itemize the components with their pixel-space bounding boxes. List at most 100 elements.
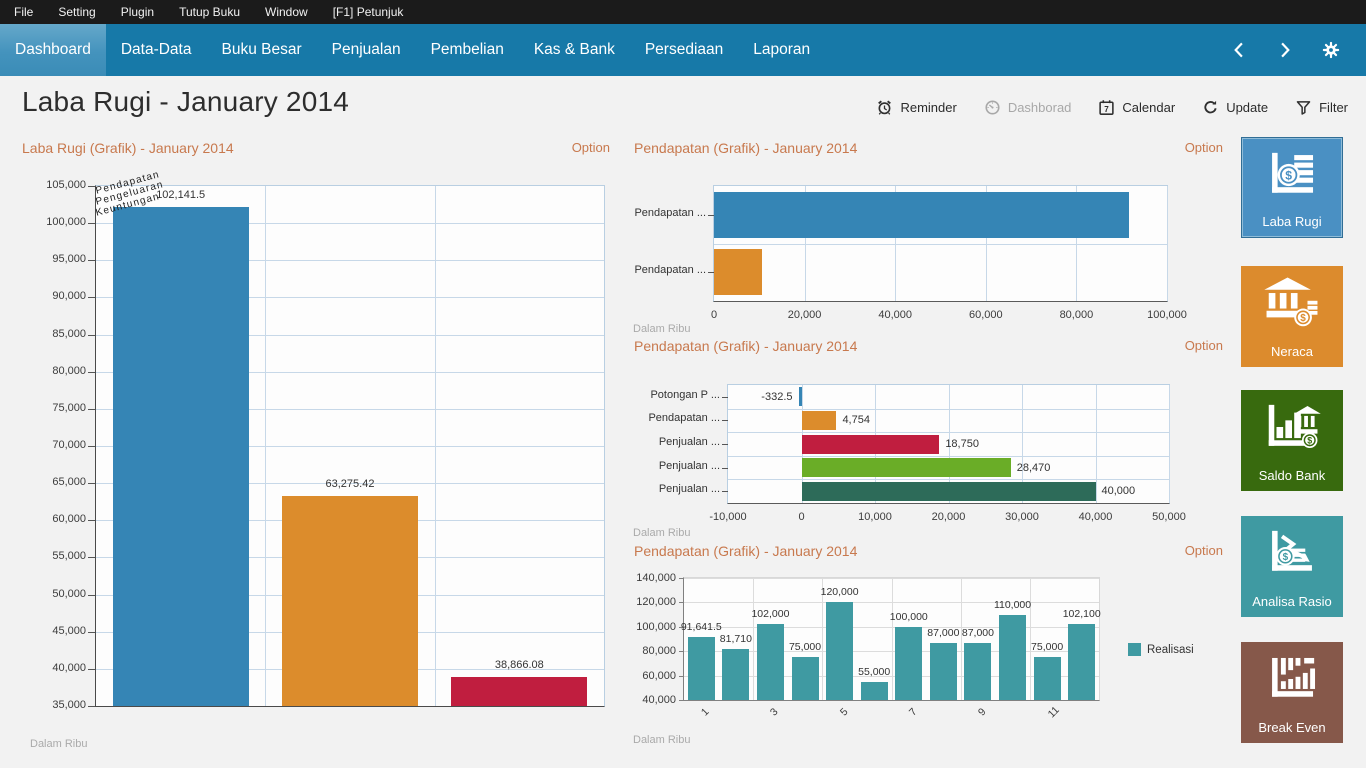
nav-chevron-left-button[interactable] — [1228, 39, 1250, 61]
y-tick-mark — [88, 483, 95, 484]
x-tick-label: 60,000 — [956, 309, 1016, 321]
tab-dashboard[interactable]: Dashboard — [0, 24, 106, 76]
y-tick-mark — [88, 632, 95, 633]
category-tick-mark — [722, 397, 728, 398]
gridline — [728, 432, 1169, 433]
menu-item--f1-petunjuk[interactable]: [F1] Petunjuk — [333, 5, 404, 19]
x-tick-label: 100,000 — [1137, 309, 1197, 321]
y-tick-label: 75,000 — [20, 402, 86, 414]
gridline — [435, 186, 436, 706]
category-label: Penjualan ... — [632, 436, 720, 448]
filter-button[interactable]: Filter — [1295, 99, 1348, 116]
tile-neraca[interactable]: $Neraca — [1241, 266, 1343, 367]
y-tick-mark — [679, 578, 683, 579]
chart-plot-area: 35,00040,00045,00050,00055,00060,00065,0… — [95, 185, 605, 707]
main-navbar: DashboardData-DataBuku BesarPenjualanPem… — [0, 24, 1366, 76]
y-tick-label: 80,000 — [628, 645, 676, 657]
y-tick-label: 40,000 — [20, 662, 86, 674]
bar-potongan-p- — [799, 387, 802, 406]
chart-option-link[interactable]: Option — [1185, 543, 1223, 563]
y-tick-label: 90,000 — [20, 290, 86, 302]
tile-analisa-rasio[interactable]: $Analisa Rasio — [1241, 516, 1343, 617]
x-tick-label: 20,000 — [775, 309, 835, 321]
y-tick-label: 65,000 — [20, 476, 86, 488]
calendar-button[interactable]: 7Calendar — [1098, 99, 1175, 116]
y-tick-label: 70,000 — [20, 439, 86, 451]
x-tick-label: 0 — [772, 511, 832, 523]
bar-month-4 — [792, 657, 819, 700]
menu-item-window[interactable]: Window — [265, 5, 308, 19]
tab-pembelian[interactable]: Pembelian — [416, 24, 519, 76]
chart-title: Pendapatan (Grafik) - January 2014 — [634, 140, 857, 160]
y-tick-label: 95,000 — [20, 253, 86, 265]
chart-footnote: Dalam Ribu — [30, 738, 87, 750]
chart-option-link[interactable]: Option — [1185, 140, 1223, 160]
value-label: 28,470 — [1017, 462, 1051, 474]
gridline — [714, 244, 1167, 245]
y-tick-mark — [88, 372, 95, 373]
value-label: 120,000 — [802, 586, 877, 598]
tile-saldo-bank[interactable]: $Saldo Bank — [1241, 390, 1343, 491]
value-label: 4,754 — [842, 414, 870, 426]
chart-footnote: Dalam Ribu — [633, 527, 690, 539]
svg-text:$: $ — [1300, 313, 1306, 324]
tile-label: Saldo Bank — [1241, 468, 1343, 483]
dashborad-button[interactable]: Dashborad — [984, 99, 1072, 116]
chart-plot-area: Pendapatan ...Pendapatan ...020,00040,00… — [713, 185, 1168, 302]
x-tick-label: 80,000 — [1046, 309, 1106, 321]
y-tick-mark — [88, 520, 95, 521]
app-window: File Setting Plugin Tutup Buku Window [F1] Pe… — [0, 0, 1366, 768]
nav-gear-button[interactable] — [1320, 39, 1342, 61]
value-label: 18,750 — [945, 438, 979, 450]
update-button[interactable]: Update — [1202, 99, 1268, 116]
menu-item-tutup-buku[interactable]: Tutup Buku — [179, 5, 240, 19]
chart-option-link[interactable]: Option — [1185, 338, 1223, 358]
chart-footnote: Dalam Ribu — [633, 734, 690, 746]
page-title: Laba Rugi - January 2014 — [22, 86, 349, 118]
tab-persediaan[interactable]: Persediaan — [630, 24, 738, 76]
tab-laporan[interactable]: Laporan — [738, 24, 825, 76]
tile-label: Break Even — [1241, 720, 1343, 735]
gauge-icon — [984, 99, 1001, 116]
tab-penjualan[interactable]: Penjualan — [317, 24, 416, 76]
tab-data-data[interactable]: Data-Data — [106, 24, 207, 76]
y-tick-label: 40,000 — [628, 694, 676, 706]
category-label: Pendapatan ... — [632, 412, 720, 424]
toolbar-button-label: Calendar — [1122, 100, 1175, 115]
tile-laba-rugi[interactable]: $Laba Rugi — [1241, 137, 1343, 238]
chart-footnote: Dalam Ribu — [633, 323, 690, 335]
tile-break-even[interactable]: Break Even — [1241, 642, 1343, 743]
gridline — [1030, 578, 1031, 700]
bar-month-11 — [1034, 657, 1061, 700]
funnel-icon — [1295, 99, 1312, 116]
x-tick-label: -10,000 — [698, 511, 758, 523]
bar-penjualan- — [802, 482, 1096, 501]
chart-panel-pendapatan-1: Pendapatan (Grafik) - January 2014 Optio… — [632, 140, 1225, 338]
menu-item-file[interactable]: File — [14, 5, 33, 19]
reminder-button[interactable]: Reminder — [876, 99, 956, 116]
chart-panel-pendapatan-2: Pendapatan (Grafik) - January 2014 Optio… — [632, 338, 1225, 541]
tab-buku-besar[interactable]: Buku Besar — [206, 24, 316, 76]
x-tick-label: 20,000 — [919, 511, 979, 523]
bar-month-8 — [930, 643, 957, 700]
nav-chevron-right-button[interactable] — [1274, 39, 1296, 61]
x-tick-label: 0 — [684, 309, 744, 321]
category-tick-mark — [708, 215, 714, 216]
menu-item-setting[interactable]: Setting — [58, 5, 95, 19]
x-tick-label: 40,000 — [1066, 511, 1126, 523]
category-label: Potongan P ... — [632, 389, 720, 401]
chart-option-link[interactable]: Option — [572, 140, 610, 160]
y-tick-mark — [88, 409, 95, 410]
legend-swatch — [1128, 643, 1141, 656]
chart-plot-area: 40,00060,00080,000100,000120,000140,0009… — [683, 577, 1100, 701]
y-tick-mark — [679, 700, 683, 701]
toolbar-button-label: Reminder — [900, 100, 956, 115]
x-category-label: Pendapatan — [95, 55, 589, 197]
menu-item-plugin[interactable]: Plugin — [121, 5, 154, 19]
y-tick-mark — [88, 595, 95, 596]
gear-icon — [1321, 40, 1341, 60]
chart-panel-pendapatan-monthly: Pendapatan (Grafik) - January 2014 Optio… — [632, 543, 1225, 761]
bar-pendapatan — [113, 207, 249, 706]
bar-month-3 — [757, 624, 784, 700]
tile-label: Analisa Rasio — [1241, 594, 1343, 609]
